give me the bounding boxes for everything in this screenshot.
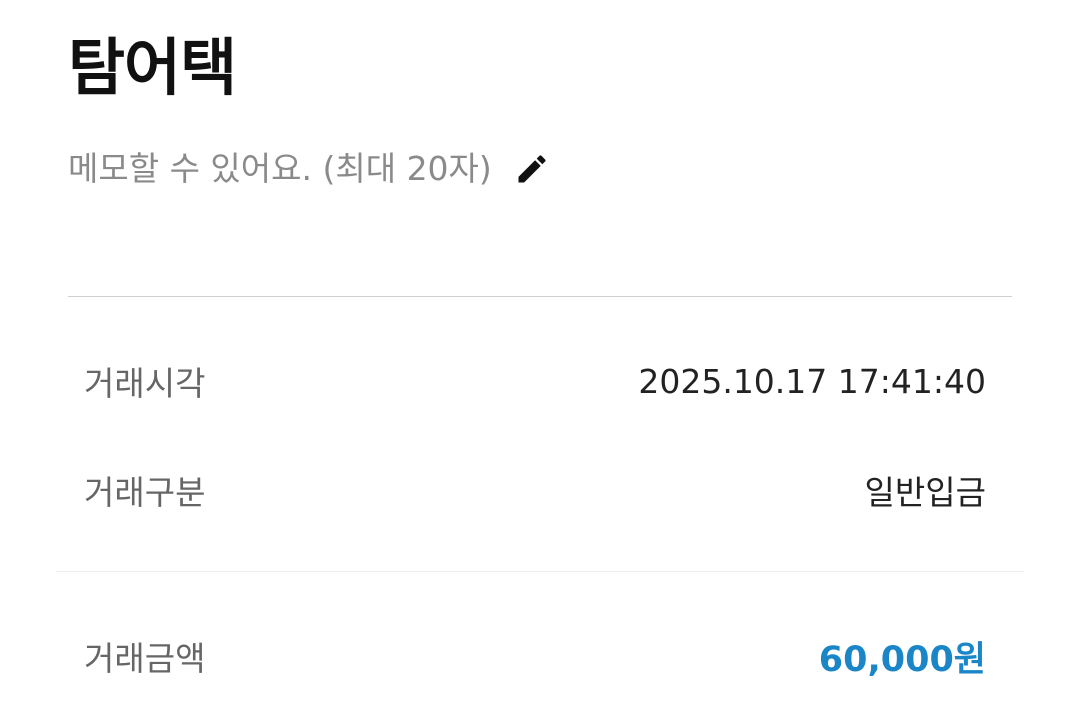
divider [56,571,1024,572]
memo-edit-row[interactable]: 메모할 수 있어요. (최대 20자) [68,144,550,194]
transaction-type-label: 거래구분 [84,473,206,512]
transaction-type-row: 거래구분 일반입금 [84,465,986,515]
transaction-type-value: 일반입금 [864,473,986,512]
page-title: 탐어택 [68,31,237,104]
transaction-amount-label: 거래금액 [84,639,206,678]
transaction-time-value: 2025.10.17 17:41:40 [638,361,986,401]
pencil-icon[interactable] [514,151,550,187]
divider [68,296,1012,297]
transaction-amount-value: 60,000원 [818,639,986,680]
transaction-detail-page: 탐어택 메모할 수 있어요. (최대 20자) 거래시각 2025.10.17 … [0,0,1080,709]
transaction-amount-row: 거래금액 60,000원 [84,631,986,681]
transaction-time-row: 거래시각 2025.10.17 17:41:40 [84,356,986,406]
memo-placeholder[interactable]: 메모할 수 있어요. (최대 20자) [68,144,492,194]
transaction-time-label: 거래시각 [84,364,206,403]
